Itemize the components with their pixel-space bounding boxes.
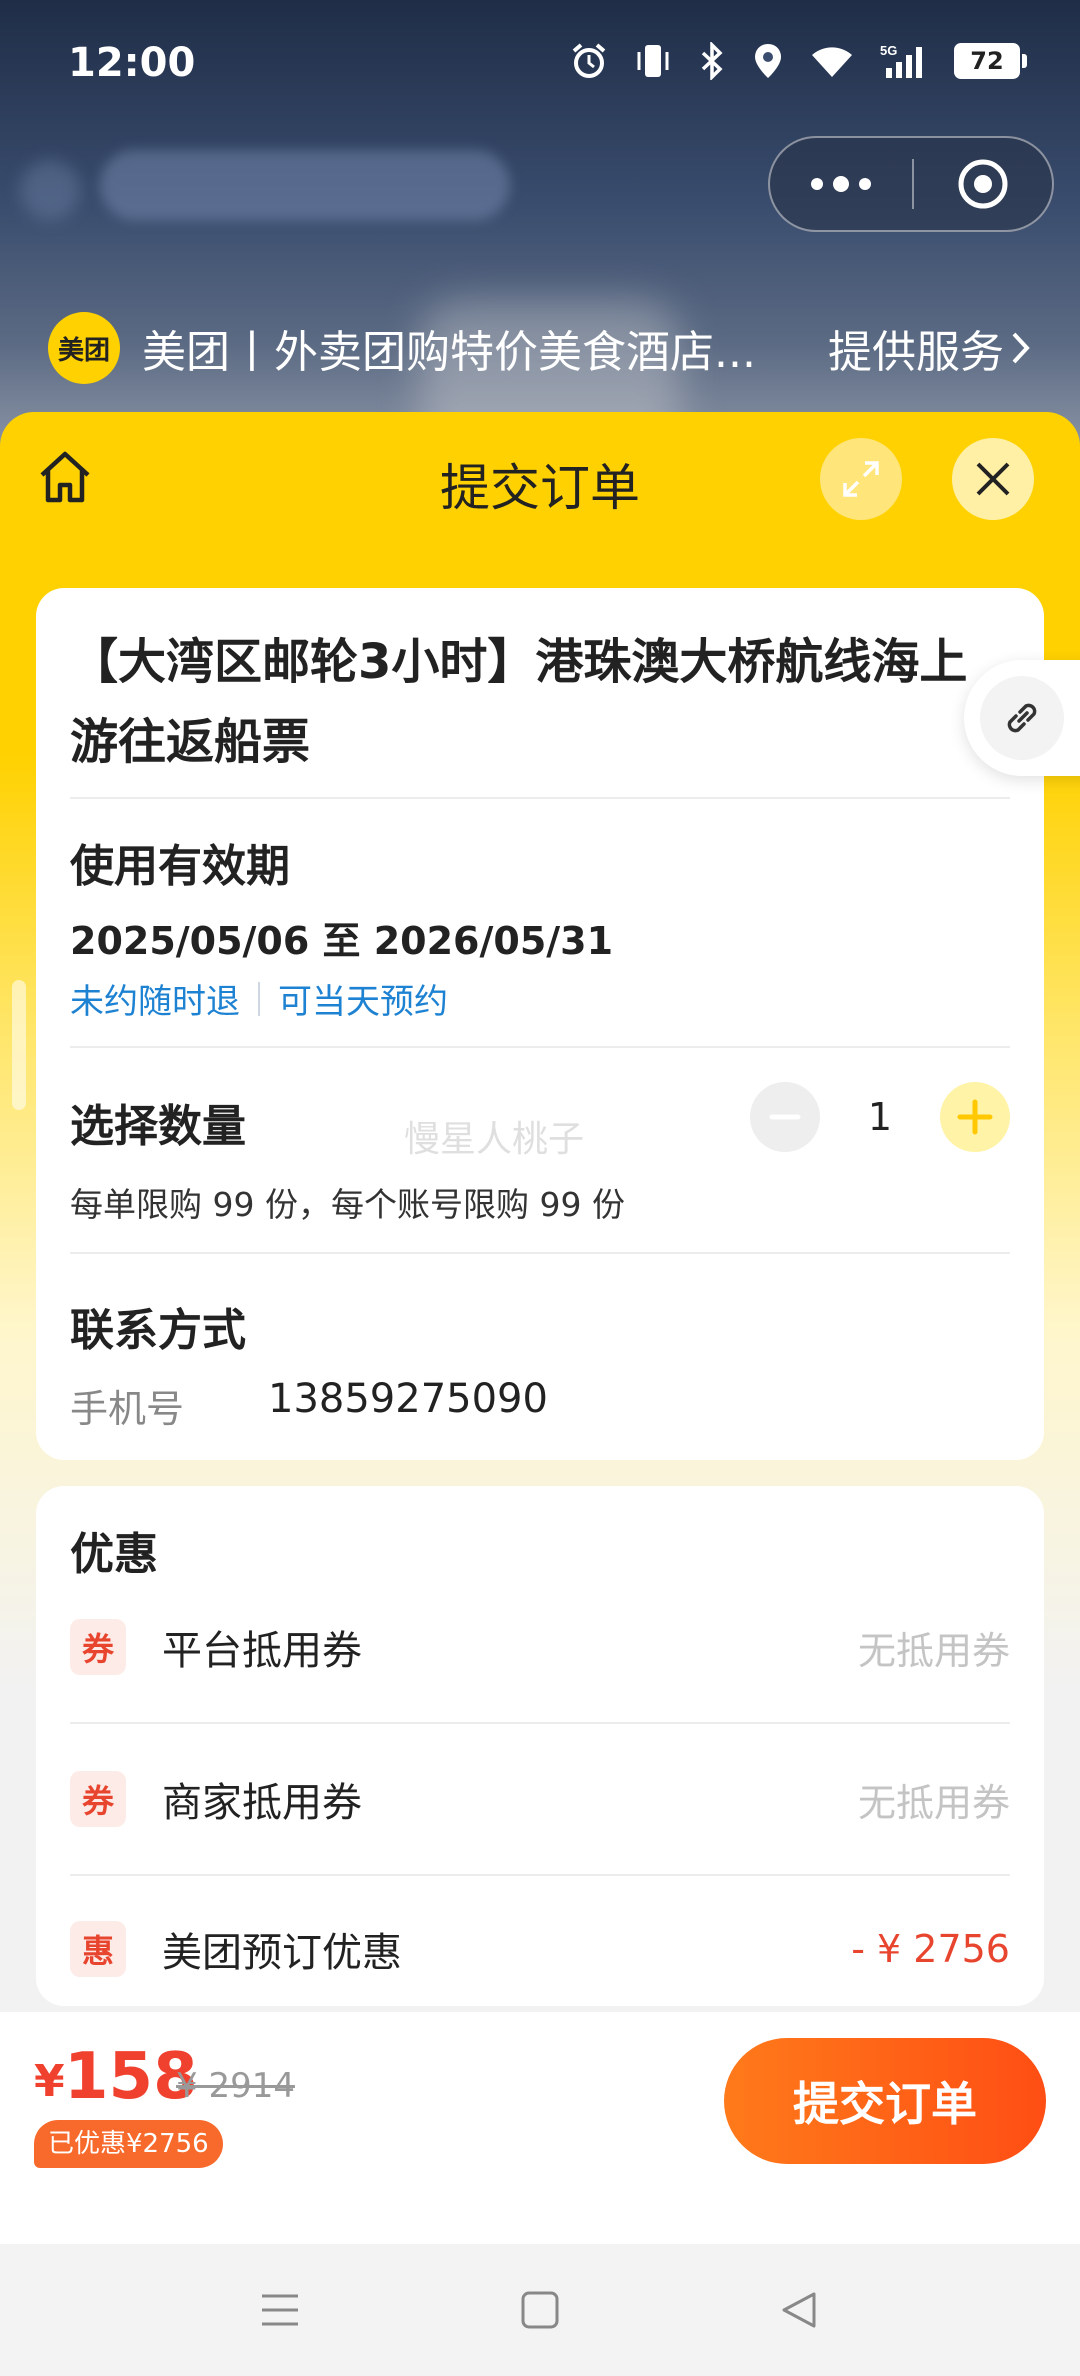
blurred-back-icon [20, 160, 80, 220]
phone-label: 手机号 [70, 1387, 185, 1431]
meituan-logo: 美团 [48, 312, 120, 384]
side-drag-handle[interactable] [12, 980, 26, 1110]
bluetooth-icon [701, 42, 723, 80]
signal-5g-icon: 5G [880, 43, 922, 78]
expand-icon [843, 461, 879, 497]
status-time: 12:00 [68, 40, 196, 86]
quantity-value[interactable]: 1 [820, 1095, 940, 1139]
discount-value: - ¥ 2756 [851, 1927, 1010, 1971]
wifi-icon [812, 47, 852, 77]
discount-badge: 惠 [70, 1921, 126, 1977]
discount-heading: 优惠 [70, 1529, 158, 1580]
menu-icon[interactable] [260, 2290, 300, 2330]
alarm-icon [572, 43, 606, 78]
refund-tags: 未约随时退 可当天预约 [70, 974, 448, 1023]
discount-card: 优惠 券 平台抵用券 无抵用券 券 商家抵用券 无抵用券 惠 美团预订优惠 - … [36, 1486, 1044, 2006]
mini-program-title: 美团丨外卖团购特价美食酒店... [142, 327, 756, 378]
purchase-limit-text: 每单限购 99 份，每个账号限购 99 份 [70, 1185, 625, 1224]
tag-separator [258, 981, 260, 1016]
submit-bar: ¥ 158 ¥ 2914 已优惠¥2756 提交订单 [0, 2012, 1080, 2244]
decrease-button[interactable] [750, 1082, 820, 1152]
coupon-badge: 券 [70, 1619, 126, 1675]
status-icons: 5G 72 [570, 42, 1027, 80]
price-currency: ¥ [34, 2056, 65, 2107]
validity-dates: 2025/05/06 至 2026/05/31 [70, 919, 614, 963]
more-options-button[interactable] [770, 138, 912, 230]
divider [70, 797, 1010, 799]
coupon-label: 美团预订优惠 [162, 1930, 402, 1976]
divider [70, 1252, 1010, 1254]
service-link-label: 提供服务 [828, 327, 1004, 378]
increase-button[interactable] [940, 1082, 1010, 1152]
mini-program-capsule [768, 136, 1054, 232]
close-icon [976, 462, 1010, 496]
battery-icon: 72 [954, 43, 1027, 79]
blurred-search-bar [100, 150, 510, 220]
location-icon [755, 44, 781, 78]
copy-link-button[interactable] [964, 660, 1080, 776]
link-icon [1007, 703, 1037, 733]
sheet-header: 提交订单 [0, 412, 1080, 548]
dot-icon [833, 176, 849, 192]
coupon-row-merchant[interactable]: 券 商家抵用券 无抵用券 [70, 1754, 1010, 1844]
coupon-row-booking-discount[interactable]: 惠 美团预订优惠 - ¥ 2756 [70, 1904, 1010, 1994]
submit-order-button[interactable]: 提交订单 [724, 2038, 1046, 2164]
divider [70, 1722, 1010, 1724]
coupon-label: 平台抵用券 [162, 1628, 362, 1674]
status-bar: 12:00 5G 72 [0, 0, 1080, 128]
expand-button[interactable] [820, 438, 902, 520]
sheet-title: 提交订单 [440, 459, 640, 517]
minus-icon [769, 1114, 801, 1120]
back-triangle-icon[interactable] [780, 2290, 820, 2330]
vibrate-icon [637, 45, 669, 77]
coupon-badge: 券 [70, 1771, 126, 1827]
coupon-label: 商家抵用券 [162, 1780, 362, 1826]
divider [70, 1874, 1010, 1876]
coupon-value: 无抵用券 [857, 1780, 1010, 1825]
validity-heading: 使用有效期 [70, 841, 290, 892]
system-nav-bar [0, 2244, 1080, 2376]
quantity-heading: 选择数量 [70, 1101, 246, 1152]
svg-text:5G: 5G [880, 43, 897, 58]
dot-icon [811, 178, 823, 190]
exit-mini-program-button[interactable] [914, 157, 1052, 211]
target-circle-icon [958, 159, 1008, 209]
tag-same-day-booking[interactable]: 可当天预约 [278, 974, 448, 1023]
service-provider-link[interactable]: 提供服务 [828, 316, 1032, 380]
order-info-card: 【大湾区邮轮3小时】港珠澳大桥航线海上游往返船票 使用有效期 2025/05/0… [36, 588, 1044, 1460]
plus-icon [957, 1099, 993, 1135]
divider [70, 1046, 1010, 1048]
watermark: 慢星人桃子 [404, 1119, 585, 1160]
service-provider-row: 美团 美团丨外卖团购特价美食酒店... 提供服务 [48, 310, 1032, 386]
close-button[interactable] [952, 438, 1034, 520]
original-price: ¥ 2914 [176, 2066, 295, 2106]
saved-amount-badge[interactable]: 已优惠¥2756 [34, 2120, 223, 2168]
tag-refund-anytime[interactable]: 未约随时退 [70, 974, 240, 1023]
product-title: 【大湾区邮轮3小时】港珠澳大桥航线海上游往返船票 [70, 634, 968, 770]
link-icon-wrap [980, 676, 1064, 760]
home-square-icon[interactable] [520, 2290, 560, 2330]
quantity-stepper: 1 [750, 1082, 1010, 1152]
phone-field[interactable]: 13859275090 [268, 1376, 548, 1422]
dot-icon [859, 178, 871, 190]
contact-heading: 联系方式 [70, 1305, 246, 1356]
coupon-row-platform[interactable]: 券 平台抵用券 无抵用券 [70, 1602, 1010, 1692]
coupon-value: 无抵用券 [857, 1628, 1010, 1673]
chevron-right-icon [1012, 332, 1030, 364]
